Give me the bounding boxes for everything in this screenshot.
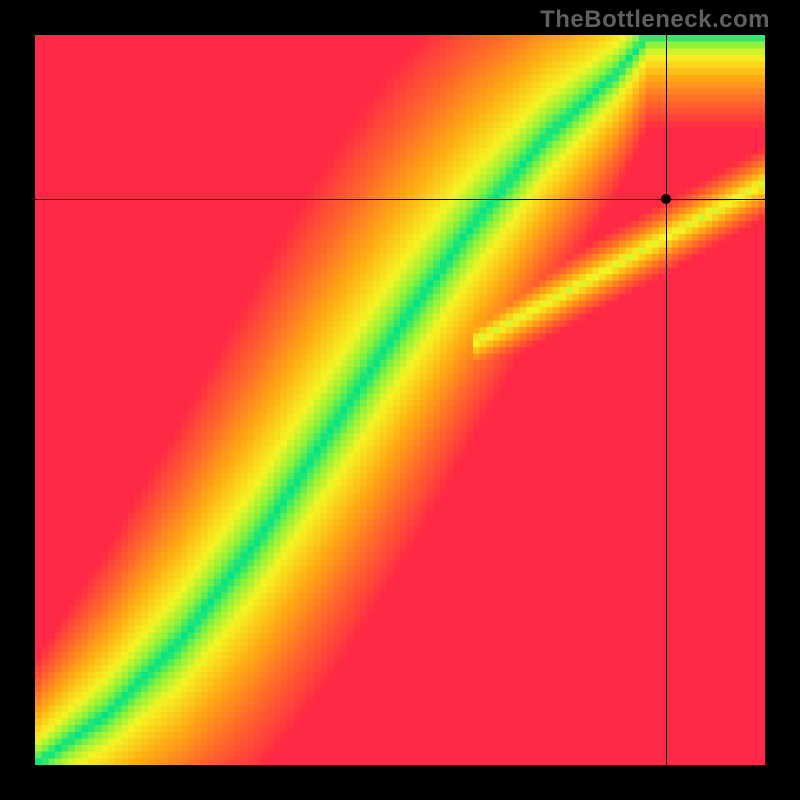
heatmap-plot: [35, 35, 765, 765]
crosshair-vertical: [666, 35, 667, 765]
heatmap-canvas: [35, 35, 765, 765]
marker-dot: [661, 194, 671, 204]
crosshair-horizontal: [35, 199, 765, 200]
watermark-text: TheBottleneck.com: [540, 6, 770, 34]
